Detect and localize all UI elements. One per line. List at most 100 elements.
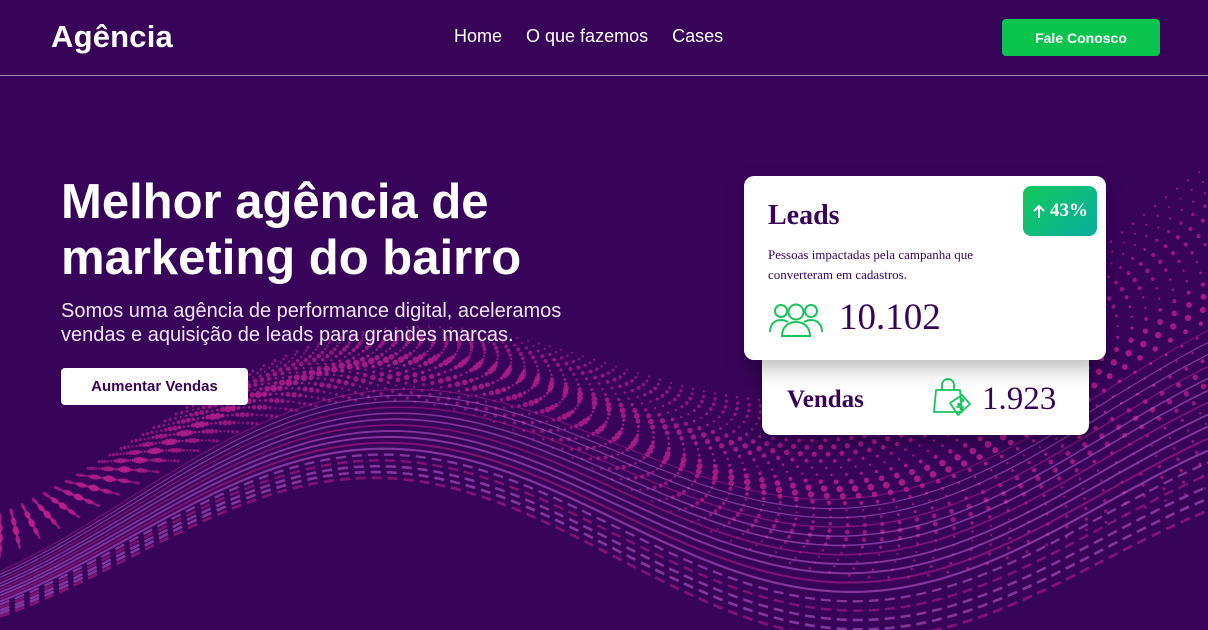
wave-dot (632, 407, 638, 414)
wave-dot (199, 410, 205, 415)
wave-dot (1171, 310, 1178, 317)
wave-dot (285, 379, 293, 386)
wave-dot (1181, 480, 1186, 484)
wave-dot (608, 467, 612, 471)
wave-dot (736, 401, 740, 405)
wave-dot (387, 363, 391, 368)
wave-dot (343, 355, 347, 359)
wave-dot (600, 373, 605, 378)
wave-dot (760, 540, 764, 543)
wave-dot (825, 466, 828, 470)
wave-dot (655, 397, 659, 401)
wave-dot (236, 406, 241, 410)
wave-dot (889, 451, 893, 455)
wave-dot (304, 394, 308, 398)
sales-card-title: Vendas (787, 386, 864, 413)
wave-dot (650, 499, 653, 503)
wave-dot (583, 363, 587, 368)
wave-dot (733, 412, 737, 417)
wave-dot (324, 362, 327, 366)
wave-dot (346, 375, 351, 380)
wave-dot (796, 465, 799, 468)
wave-dot (880, 515, 883, 518)
increase-sales-button[interactable]: Aumentar Vendas (61, 368, 248, 405)
wave-dot (1167, 229, 1171, 234)
wave-dot (1150, 277, 1155, 281)
wave-dot (1167, 337, 1173, 343)
wave-dot (1145, 268, 1150, 274)
wave-dot (195, 449, 200, 453)
nav-item-o-que-fazemos[interactable]: O que fazemos (526, 26, 648, 47)
wave-dot (535, 365, 539, 368)
wave-dot (321, 358, 325, 362)
wave-dot (848, 478, 854, 485)
wave-dot (1191, 352, 1194, 355)
wave-dot (285, 366, 291, 372)
wave-dot (469, 368, 474, 373)
wave-dot (1192, 374, 1198, 381)
nav-item-home[interactable]: Home (454, 26, 502, 47)
wave-dot (789, 482, 797, 489)
wave-dot (1109, 240, 1113, 243)
wave-dot (947, 501, 951, 506)
wave-dot (783, 449, 790, 456)
wave-dot (1006, 462, 1009, 465)
wave-dot (326, 383, 332, 389)
wave-dot (646, 413, 652, 419)
wave-dot (392, 359, 398, 366)
wave-dot (111, 491, 114, 494)
wave-dot (512, 413, 516, 417)
wave-dot (1128, 305, 1132, 308)
wave-dot (491, 381, 495, 385)
sales-card: Vendas 1.923 (762, 348, 1089, 435)
wave-dot (57, 526, 61, 530)
wave-dot (156, 470, 160, 474)
wave-dot (651, 440, 655, 445)
wave-dot (576, 383, 580, 386)
wave-dot (839, 466, 843, 469)
wave-dot (1155, 238, 1159, 243)
wave-dot (336, 378, 342, 385)
wave-dot (360, 378, 366, 384)
wave-dot (1183, 391, 1190, 397)
wave-dot (340, 368, 345, 373)
wave-dot (338, 350, 343, 355)
wave-dot (752, 458, 756, 462)
wave-dot (1095, 368, 1103, 375)
wave-dot (680, 384, 684, 387)
logo[interactable]: Agência (51, 19, 173, 55)
wave-dot (108, 453, 112, 457)
wave-dot (727, 521, 731, 525)
wave-dot (761, 496, 766, 501)
wave-dot (719, 426, 722, 430)
wave-dot (159, 458, 165, 463)
wave-dot (420, 370, 425, 375)
wave-dot (874, 469, 878, 474)
wave-dot (761, 503, 764, 506)
nav-item-cases[interactable]: Cases (672, 26, 723, 47)
wave-dot (692, 408, 696, 412)
wave-dot (1152, 346, 1158, 352)
wave-dot (892, 497, 896, 502)
wave-dot (697, 518, 700, 522)
wave-dot (871, 568, 875, 572)
wave-dot (562, 373, 565, 377)
wave-dot (191, 438, 197, 443)
wave-dot (543, 395, 546, 398)
wave-dot (536, 349, 540, 353)
wave-dot (559, 348, 563, 351)
wave-dot (878, 507, 881, 511)
contact-button[interactable]: Fale Conosco (1002, 19, 1160, 56)
wave-dot (388, 354, 395, 360)
wave-dot (713, 397, 717, 401)
wave-dot (1184, 367, 1189, 371)
wave-dot (1186, 429, 1190, 432)
wave-dot (422, 383, 426, 387)
wave-dot (409, 390, 414, 395)
wave-dot (777, 513, 780, 517)
wave-dot (797, 450, 804, 457)
wave-dot (808, 566, 812, 570)
wave-dot (861, 456, 865, 460)
wave-dot (262, 364, 266, 368)
wave-dot (395, 371, 401, 377)
